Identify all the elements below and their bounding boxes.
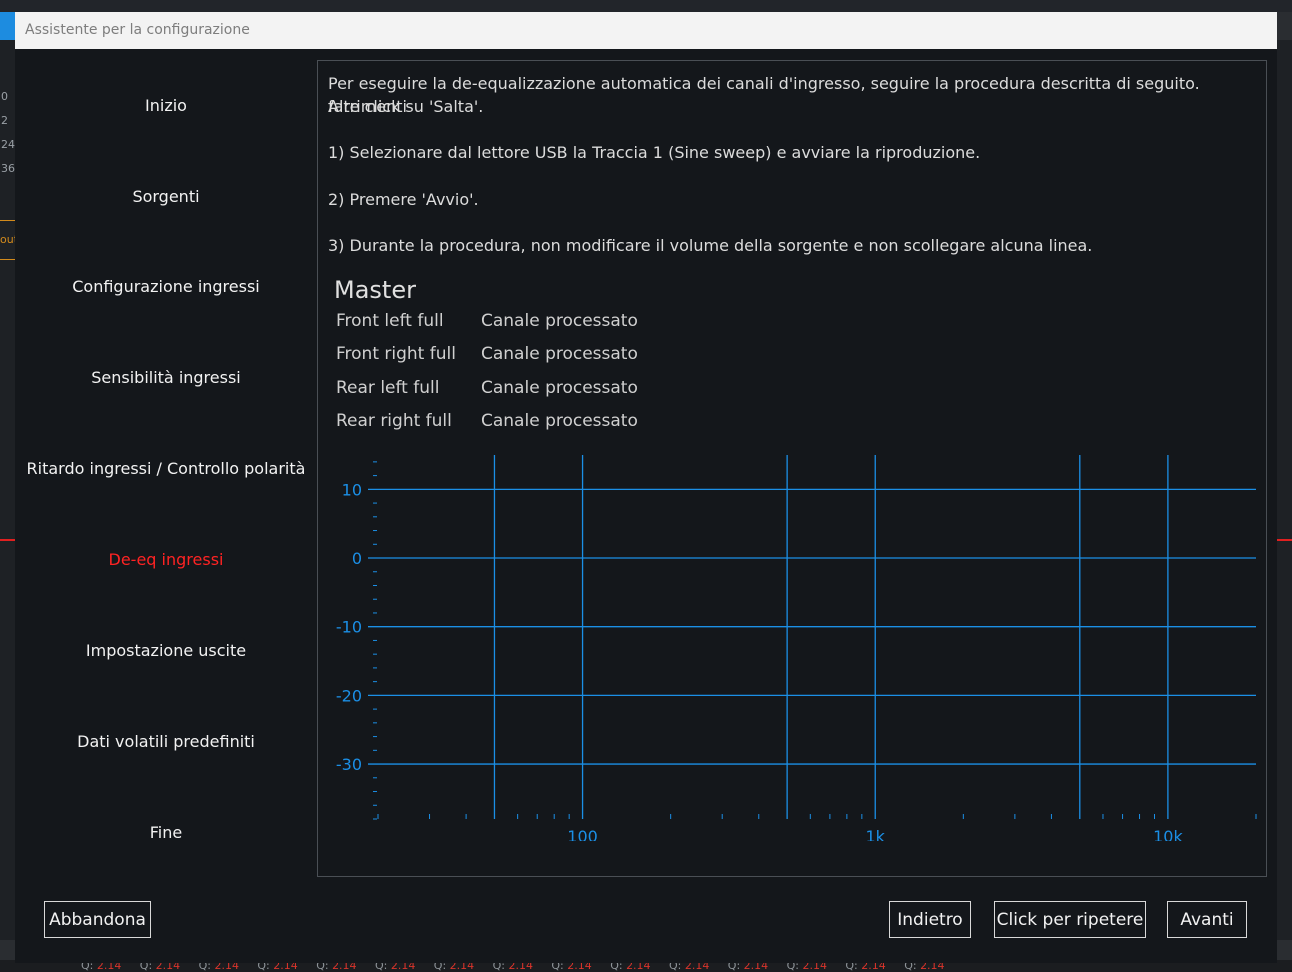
y-tick-label: -20 — [336, 686, 362, 705]
channel-status: Canale processato — [481, 311, 638, 331]
channel-name: Rear left full — [336, 378, 440, 398]
x-tick-label: 10k — [1153, 827, 1183, 841]
nav-step-ritardo-polarita[interactable]: Ritardo ingressi / Controllo polarità — [15, 459, 317, 478]
nav-step-sensibilita-ingressi[interactable]: Sensibilità ingressi — [15, 368, 317, 387]
de-eq-content-panel: Per eseguire la de-equalizzazione automa… — [317, 60, 1267, 877]
nav-step-dati-volatili[interactable]: Dati volatili predefiniti — [15, 732, 317, 751]
nav-step-configurazione-ingressi[interactable]: Configurazione ingressi — [15, 277, 317, 296]
background-app-blue-tab — [0, 12, 16, 42]
background-tick: 0 — [1, 90, 8, 103]
back-button[interactable]: Indietro — [889, 901, 971, 938]
x-tick-label: 100 — [567, 827, 598, 841]
x-tick-label: 1k — [866, 827, 886, 841]
background-tick: 2 — [1, 114, 8, 127]
dialog-titlebar: Assistente per la configurazione — [15, 12, 1277, 49]
master-title: Master — [334, 276, 416, 304]
channel-status: Canale processato — [481, 411, 638, 431]
y-tick-label: -30 — [336, 755, 362, 774]
y-tick-label: 10 — [342, 480, 362, 499]
setup-wizard-dialog: Assistente per la configurazione Inizio … — [15, 12, 1277, 963]
channel-status: Canale processato — [481, 378, 638, 398]
repeat-button[interactable]: Click per ripetere — [994, 901, 1146, 938]
channel-name: Rear right full — [336, 411, 452, 431]
channel-name: Front right full — [336, 344, 456, 364]
background-tick: 36 — [1, 162, 15, 175]
nav-step-sorgenti[interactable]: Sorgenti — [15, 187, 317, 206]
next-button[interactable]: Avanti — [1167, 901, 1247, 938]
abandon-button[interactable]: Abbandona — [44, 901, 151, 938]
frequency-response-chart: 10 0 -10 -20 -30 100 1k 10k — [318, 441, 1266, 846]
background-red-marker — [0, 539, 16, 541]
background-app-left-panel: 0 2 24 36 out — [0, 40, 16, 940]
instruction-intro-line2: fare click su 'Salta'. — [328, 97, 484, 116]
background-output-label: out — [0, 220, 16, 260]
wizard-steps-nav: Inizio Sorgenti Configurazione ingressi … — [15, 49, 315, 889]
frequency-response-svg: 100-10-20-30100 1k 10k — [336, 455, 1257, 846]
background-red-marker — [1277, 539, 1292, 541]
y-tick-label: 0 — [352, 549, 362, 568]
y-tick-label: -10 — [336, 618, 362, 637]
channel-name: Front left full — [336, 311, 444, 331]
nav-step-fine[interactable]: Fine — [15, 823, 317, 842]
instruction-step-2: 2) Premere 'Avvio'. — [328, 190, 479, 209]
dialog-title: Assistente per la configurazione — [25, 22, 250, 38]
instruction-step-3: 3) Durante la procedura, non modificare … — [328, 236, 1093, 255]
background-app-topbar — [0, 0, 1292, 12]
nav-step-de-eq-ingressi[interactable]: De-eq ingressi — [15, 550, 317, 569]
background-app-right-panel — [1277, 40, 1292, 940]
instruction-step-1: 1) Selezionare dal lettore USB la Tracci… — [328, 143, 981, 162]
nav-step-impostazione-uscite[interactable]: Impostazione uscite — [15, 641, 317, 660]
nav-step-inizio[interactable]: Inizio — [15, 96, 317, 115]
background-tick: 24 — [1, 138, 15, 151]
channel-status: Canale processato — [481, 344, 638, 364]
